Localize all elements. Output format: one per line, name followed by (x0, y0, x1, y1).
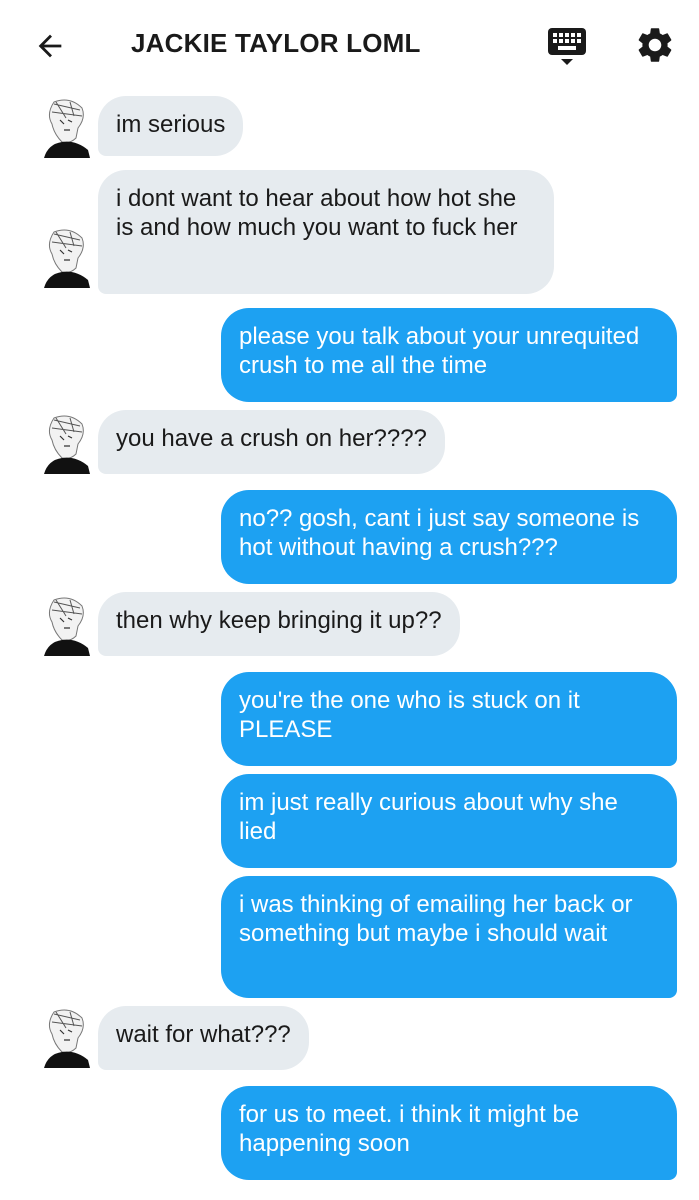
conversation-title: JACKIE TAYLOR LOML (131, 28, 421, 58)
incoming-message: wait for what??? (98, 1006, 309, 1070)
avatar[interactable] (40, 228, 92, 290)
sketch-portrait-icon (44, 597, 90, 656)
outgoing-message: i was thinking of emailing her back or s… (221, 876, 677, 998)
outgoing-message: you're the one who is stuck on it PLEASE (221, 672, 677, 766)
avatar[interactable] (40, 414, 92, 476)
avatar[interactable] (40, 596, 92, 658)
sketch-portrait-icon (44, 415, 90, 474)
sketch-portrait-icon (44, 229, 90, 288)
message-list: im serious i dont want to hear about how… (0, 88, 699, 1200)
outgoing-message: please you talk about your unrequited cr… (221, 308, 677, 402)
outgoing-message: for us to meet. i think it might be happ… (221, 1086, 677, 1180)
incoming-message: you have a crush on her???? (98, 410, 445, 474)
avatar[interactable] (40, 1008, 92, 1070)
outgoing-message: im just really curious about why she lie… (221, 774, 677, 868)
keyboard-button[interactable] (546, 26, 588, 68)
incoming-message: im serious (98, 96, 244, 156)
outgoing-message: no?? gosh, cant i just say someone is ho… (221, 490, 677, 584)
incoming-message: i dont want to hear about how hot she is… (98, 170, 554, 294)
sketch-portrait-icon (44, 99, 90, 158)
settings-button[interactable] (634, 24, 676, 66)
keyboard-icon (548, 28, 586, 65)
avatar[interactable] (40, 98, 92, 160)
gear-icon (638, 28, 672, 62)
top-bar: JACKIE TAYLOR LOML (0, 0, 699, 88)
sketch-portrait-icon (44, 1009, 90, 1068)
incoming-message: then why keep bringing it up?? (98, 592, 460, 656)
arrow-left-icon (38, 34, 62, 58)
back-button[interactable] (30, 26, 70, 66)
